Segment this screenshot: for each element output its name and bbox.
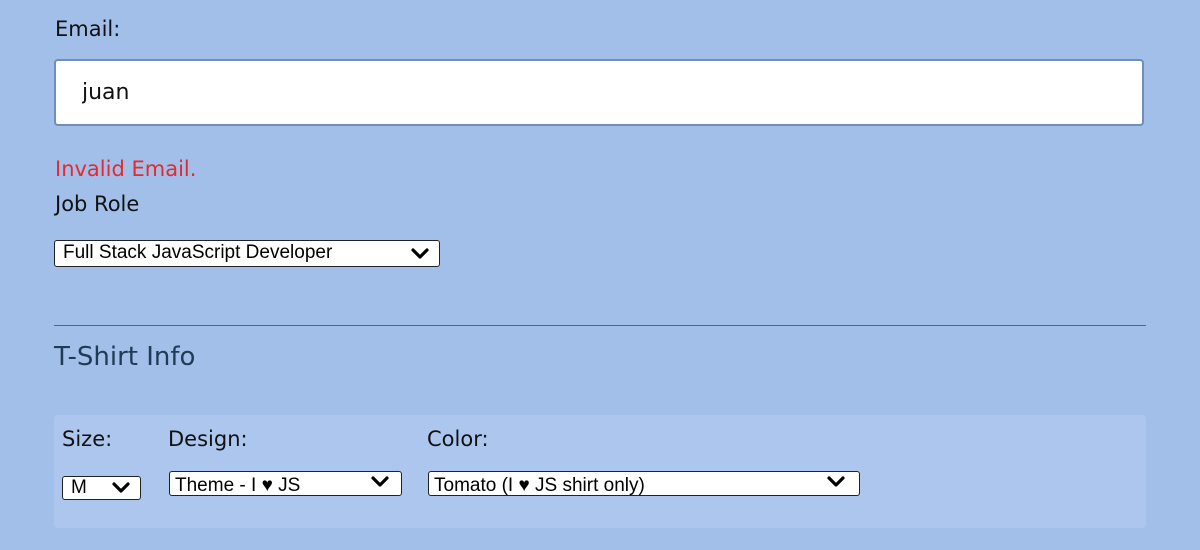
color-selected-value: Tomato (I ♥ JS shirt only)	[434, 475, 645, 496]
design-select[interactable]: Theme - I ♥ JS	[169, 471, 402, 496]
design-label: Design:	[168, 427, 248, 451]
size-label: Size:	[62, 427, 113, 451]
design-selected-value: Theme - I ♥ JS	[175, 475, 301, 496]
tshirt-section-title: T-Shirt Info	[54, 342, 196, 372]
job-role-selected-value: Full Stack JavaScript Developer	[63, 242, 333, 263]
color-select[interactable]: Tomato (I ♥ JS shirt only)	[428, 471, 860, 496]
chevron-down-icon	[371, 475, 389, 487]
chevron-down-icon	[411, 247, 429, 259]
job-role-select[interactable]: Full Stack JavaScript Developer	[54, 240, 440, 267]
size-selected-value: M	[71, 477, 87, 498]
chevron-down-icon	[112, 482, 130, 493]
size-select[interactable]: M	[62, 476, 141, 500]
color-label: Color:	[427, 427, 489, 451]
email-error-message: Invalid Email.	[55, 157, 197, 181]
email-field[interactable]	[54, 59, 1144, 126]
job-role-label: Job Role	[55, 192, 140, 216]
email-label: Email:	[55, 17, 121, 41]
section-divider	[54, 325, 1146, 326]
chevron-down-icon	[827, 475, 845, 487]
registration-form: Email: Invalid Email. Job Role Full Stac…	[0, 0, 1200, 550]
